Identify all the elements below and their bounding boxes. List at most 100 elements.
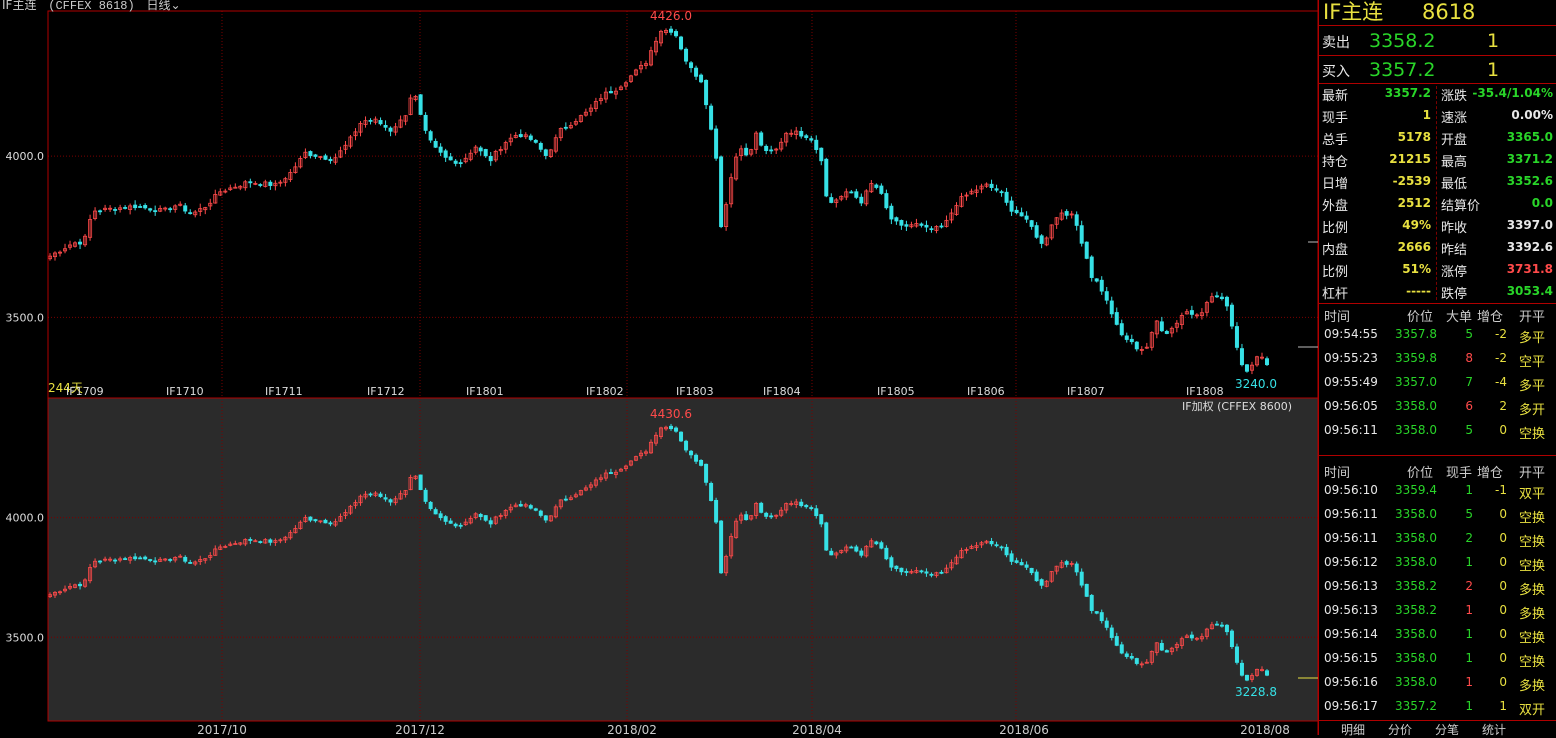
quote-label: 内盘 [1322,243,1349,258]
candle-body [824,158,829,197]
candle-body [438,513,443,519]
candle [418,94,423,116]
quote-value: 0.0 [1531,196,1553,210]
candle-body [1064,211,1069,216]
candle-body [268,181,273,186]
trade-change: 2 [1499,399,1507,413]
trades-header-cell: 大单 [1446,310,1473,325]
candle-body [1094,611,1099,614]
candle-body [714,128,719,159]
quote-value: 3352.6 [1506,174,1553,188]
trade-type: 双开 [1519,703,1546,718]
candle-body [438,146,443,153]
candle-body [884,547,889,560]
candle-body [1004,191,1009,203]
trade-size: 1 [1465,627,1473,641]
candle-body [183,556,188,562]
tab-1[interactable]: 分价 [1388,721,1412,738]
candle-body [538,510,543,516]
candle-body [859,550,864,556]
candle-body [148,559,153,561]
x-axis-label: 2018/04 [792,723,842,735]
candle-body [679,36,684,50]
trade-size: 8 [1465,351,1473,365]
trade-time: 09:56:13 [1324,603,1378,617]
period-label: 日线 [146,0,171,12]
candle-body [899,220,904,226]
candle-body [764,145,769,151]
trade-price: 3358.0 [1395,627,1437,641]
candle-body [148,208,153,211]
trade-type: 空换 [1519,655,1546,670]
candle-body [313,519,318,522]
trade-time: 09:54:55 [1324,327,1378,341]
candle-body [1224,296,1229,307]
candle [704,463,709,486]
candle-body [1084,583,1089,597]
candle-body [939,225,944,228]
candle [1244,364,1249,373]
contract-label: IF1801 [466,385,504,398]
candle-body [188,212,193,215]
candle-body [1159,321,1164,332]
candle-body [153,210,158,213]
candle-body [669,28,674,33]
candle-body [1119,644,1124,654]
candle-body [308,151,313,157]
trade-time: 09:56:17 [1324,699,1378,713]
sell-price: 3358.2 [1369,30,1436,52]
candle-body [1029,567,1034,574]
candle-body [248,539,253,541]
low-label: 3228.8 [1235,685,1277,699]
candle-body [1265,670,1270,676]
candle-body [113,209,118,211]
tab-2[interactable]: 分笔 [1435,721,1459,738]
candle-body [1014,560,1019,563]
quote-value: 3053.4 [1506,284,1553,298]
candle-body [168,208,173,211]
trades-header-cell: 增仓 [1477,310,1504,325]
candle-body [608,91,613,94]
quote-label: 涨停 [1441,265,1468,280]
candle-body [528,505,533,509]
trade-size: 2 [1465,531,1473,545]
trade-price: 3359.4 [1395,483,1437,497]
y-tick-label: 3500.0 [6,311,45,324]
candle-body [684,440,689,451]
quote-value: 51% [1402,262,1431,276]
tab-3[interactable]: 统计 [1482,721,1506,738]
trade-time: 09:56:11 [1324,423,1378,437]
trade-type: 多换 [1519,679,1546,694]
candle-body [704,79,709,106]
candle-body [323,519,328,524]
candle [418,474,423,491]
candle-body [699,74,704,83]
trade-price: 3358.0 [1395,423,1437,437]
candle [1244,674,1249,682]
candle-body [814,508,819,517]
candle-body [924,571,929,574]
trade-type: 多开 [1519,403,1546,418]
quote-label: 日增 [1322,177,1349,192]
quote-value: 3731.8 [1506,262,1553,276]
candle-body [759,502,764,513]
candle-body [528,135,533,140]
candle-body [133,556,138,560]
period-selector[interactable]: 日线⌄ [147,0,181,12]
tab-0[interactable]: 明细 [1341,721,1365,738]
candle-body [859,196,864,204]
candle [1234,643,1239,665]
quote-label: 外盘 [1322,199,1349,214]
quote-label: 开盘 [1441,133,1468,148]
candle-body [1074,563,1079,573]
quote-value: 49% [1402,218,1431,232]
candle-body [1014,209,1019,214]
candle [423,487,428,504]
candle-body [939,571,944,574]
candle-body [458,524,463,527]
candle-body [423,114,428,131]
candle-body [684,48,689,62]
candle-body [543,149,548,156]
candle-body [1119,323,1124,336]
kline-chart[interactable]: 4000.0 3500.0 4426.0 3240.0 4000.0 3500.0 4430… [0,0,1318,735]
